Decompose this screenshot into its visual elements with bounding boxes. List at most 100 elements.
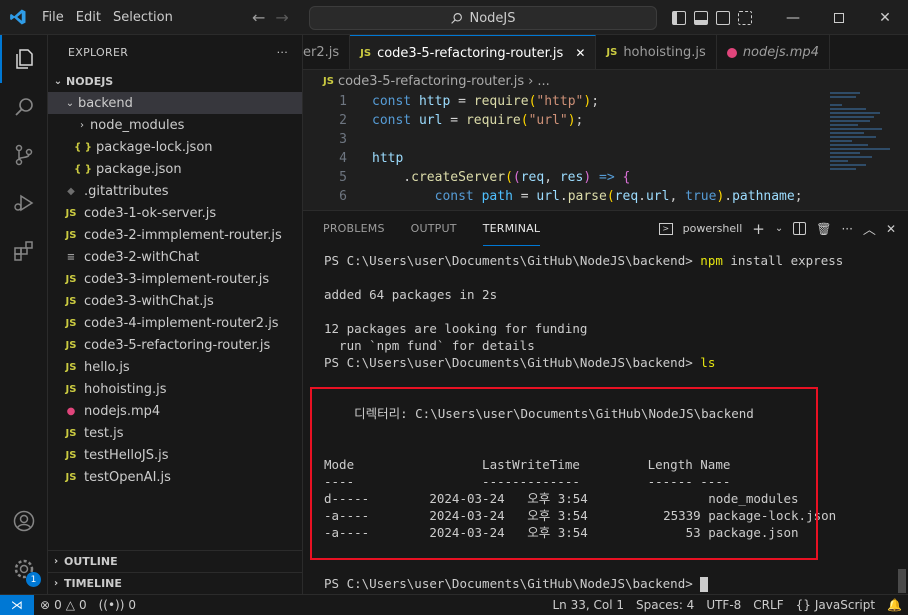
chevron-right-icon: › xyxy=(53,556,59,567)
close-tab-icon[interactable]: ✕ xyxy=(575,46,585,60)
chevron-down-icon[interactable]: ⌄ xyxy=(775,223,783,234)
tree-item-label: .gitattributes xyxy=(84,183,169,199)
breadcrumb-more[interactable]: ... xyxy=(537,74,549,89)
source-control-icon[interactable] xyxy=(0,131,48,179)
tab-output[interactable]: OUTPUT xyxy=(411,211,457,246)
js-file-icon: JS xyxy=(606,47,618,58)
terminal-line: added 64 packages in 2s xyxy=(324,287,498,302)
extensions-icon[interactable] xyxy=(0,227,48,275)
split-terminal-icon[interactable] xyxy=(793,222,807,235)
js-file-icon: JS xyxy=(65,295,77,307)
terminal-scrollbar[interactable] xyxy=(898,569,906,593)
code-editor[interactable]: 1 const http = require("http"); 2 const … xyxy=(303,92,908,210)
new-terminal-icon[interactable]: + xyxy=(752,220,765,238)
js-file-icon: JS xyxy=(65,449,77,461)
encoding[interactable]: UTF-8 xyxy=(700,598,747,612)
breadcrumb-file[interactable]: code3-5-refactoring-router.js xyxy=(338,74,524,89)
tree-item[interactable]: ⌄ backend xyxy=(48,92,302,114)
js-file-icon: JS xyxy=(65,273,77,285)
code-line: 2 const url = require("url"); xyxy=(339,113,584,128)
menu-file[interactable]: File xyxy=(36,0,70,35)
tab-hohoisting[interactable]: JS hohoisting.js xyxy=(596,35,717,69)
run-debug-icon[interactable] xyxy=(0,179,48,227)
minimap[interactable] xyxy=(830,92,898,182)
outline-section[interactable]: › OUTLINE xyxy=(48,550,302,572)
workspace-root[interactable]: ⌄ NODEJS xyxy=(48,70,302,92)
code-line: 1 const http = require("http"); xyxy=(339,94,600,109)
ports-indicator[interactable]: ((•)) 0 xyxy=(93,598,142,612)
tree-item[interactable]: JS code3-4-implement-router2.js xyxy=(48,312,302,334)
code-line: 5 .createServer((req, res) => { xyxy=(339,170,631,185)
tree-item-label: test.js xyxy=(84,425,124,441)
js-file-icon: JS xyxy=(65,383,77,395)
language-mode[interactable]: {} JavaScript xyxy=(790,598,881,612)
menu-edit[interactable]: Edit xyxy=(70,0,107,35)
tree-item[interactable]: ≡ code3-2-withChat xyxy=(48,246,302,268)
tree-item[interactable]: › node_modules xyxy=(48,114,302,136)
tab-terminal[interactable]: TERMINAL xyxy=(482,211,541,246)
trash-icon[interactable]: 🗑 xyxy=(816,222,831,236)
tree-item-label: backend xyxy=(78,95,133,111)
tree-item-label: code3-3-implement-router.js xyxy=(84,271,270,287)
tree-item-label: nodejs.mp4 xyxy=(84,403,161,419)
notifications-bell-icon[interactable]: 🔔 xyxy=(881,598,908,612)
toggle-sidebar-icon[interactable] xyxy=(672,10,686,25)
tab-nodejs-mp4[interactable]: nodejs.mp4 xyxy=(717,35,830,69)
tree-item-label: code3-2-immplement-router.js xyxy=(84,227,282,243)
search-view-icon[interactable] xyxy=(0,83,48,131)
command-center-search[interactable]: NodeJS xyxy=(309,6,657,30)
braces-icon: {} xyxy=(795,598,811,612)
tree-item[interactable]: { } package.json xyxy=(48,158,302,180)
toggle-panel-icon[interactable] xyxy=(694,10,708,25)
json-file-icon: { } xyxy=(74,141,92,153)
tree-item[interactable]: JS code3-3-implement-router.js xyxy=(48,268,302,290)
cursor-position[interactable]: Ln 33, Col 1 xyxy=(546,598,630,612)
tree-item[interactable]: JS code3-2-immplement-router.js xyxy=(48,224,302,246)
back-arrow-icon[interactable]: ← xyxy=(252,8,265,27)
tree-item[interactable]: JS hello.js xyxy=(48,356,302,378)
explorer-sidebar: EXPLORER ··· ⌄ NODEJS ⌄ backend › node_modu… xyxy=(48,35,303,594)
terminal-cursor xyxy=(700,577,709,592)
maximize-panel-icon[interactable]: ︿ xyxy=(863,219,876,238)
manage-gear-icon[interactable]: 1 xyxy=(0,545,48,593)
toggle-secondary-sidebar-icon[interactable] xyxy=(716,10,730,25)
indentation[interactable]: Spaces: 4 xyxy=(630,598,700,612)
terminal-shell-name[interactable]: powershell xyxy=(683,222,743,235)
tree-item[interactable]: ● nodejs.mp4 xyxy=(48,400,302,422)
tree-item-label: node_modules xyxy=(90,117,185,133)
tree-item-label: code3-5-refactoring-router.js xyxy=(84,337,271,353)
tree-item[interactable]: { } package-lock.json xyxy=(48,136,302,158)
tab-code3-5[interactable]: JS code3-5-refactoring-router.js ✕ xyxy=(350,35,597,69)
terminal-line: PS C:\Users\user\Documents\GitHub\NodeJS… xyxy=(324,355,716,370)
close-window-button[interactable]: ✕ xyxy=(862,0,908,35)
explorer-icon[interactable] xyxy=(0,35,48,83)
close-panel-icon[interactable]: ✕ xyxy=(886,222,896,236)
broadcast-icon: ((•)) xyxy=(98,598,125,612)
tab-router2[interactable]: er2.js xyxy=(303,35,351,69)
tree-item[interactable]: JS code3-5-refactoring-router.js xyxy=(48,334,302,356)
terminal-line: run `npm fund` for details xyxy=(324,338,535,353)
tree-item[interactable]: JS code3-3-withChat.js xyxy=(48,290,302,312)
customize-layout-icon[interactable] xyxy=(738,10,752,25)
forward-arrow-icon[interactable]: → xyxy=(275,8,288,27)
more-actions-icon[interactable]: ··· xyxy=(841,222,852,236)
tree-item[interactable]: JS testOpenAI.js xyxy=(48,466,302,488)
remote-indicator-icon[interactable]: ⋊ xyxy=(0,594,34,615)
search-label: NodeJS xyxy=(469,10,516,26)
timeline-section[interactable]: › TIMELINE xyxy=(48,572,302,594)
menu-selection[interactable]: Selection xyxy=(107,0,179,35)
maximize-button[interactable] xyxy=(816,0,862,35)
tree-item[interactable]: JS hohoisting.js xyxy=(48,378,302,400)
tab-problems[interactable]: PROBLEMS xyxy=(323,211,385,246)
tree-item[interactable]: JS testHelloJS.js xyxy=(48,444,302,466)
tree-item[interactable]: JS code3-1-ok-server.js xyxy=(48,202,302,224)
line-ending[interactable]: CRLF xyxy=(747,598,789,612)
tree-item[interactable]: ◆ .gitattributes xyxy=(48,180,302,202)
accounts-icon[interactable] xyxy=(0,497,48,545)
more-actions-icon[interactable]: ··· xyxy=(277,46,288,59)
js-file-icon: JS xyxy=(65,207,77,219)
terminal-line: PS C:\Users\user\Documents\GitHub\NodeJS… xyxy=(324,253,844,268)
tree-item[interactable]: JS test.js xyxy=(48,422,302,444)
problems-indicator[interactable]: ⊗ 0 △ 0 xyxy=(34,598,93,612)
minimize-button[interactable]: — xyxy=(770,0,816,35)
